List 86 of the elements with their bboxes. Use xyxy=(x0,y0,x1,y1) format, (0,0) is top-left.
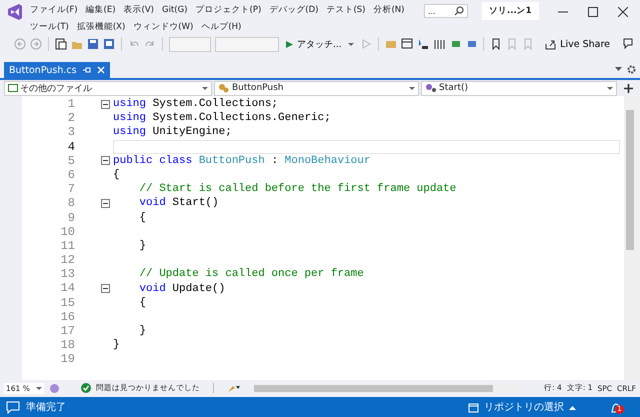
play-icon xyxy=(285,40,294,48)
menu-item[interactable]: デバッグ(D) xyxy=(265,2,322,18)
attach-button[interactable]: アタッチ... xyxy=(283,38,356,50)
line-number: 18 xyxy=(60,338,75,352)
line-number: 8 xyxy=(66,196,75,211)
horizontal-scrollbar[interactable] xyxy=(254,384,520,392)
project-icon xyxy=(8,84,18,92)
line-number: 7 xyxy=(66,182,75,196)
menu-item[interactable]: 拡張機能(X) xyxy=(72,19,130,35)
code-line: void Start() xyxy=(138,196,219,210)
line-number: 12 xyxy=(60,253,75,268)
maximize-icon[interactable] xyxy=(588,7,598,17)
live-share-button[interactable]: Live Share xyxy=(545,38,610,50)
member-dropdown[interactable]: Start() xyxy=(421,80,617,96)
save-all-icon[interactable] xyxy=(103,38,115,50)
line-number: 1 xyxy=(66,97,75,112)
menu-item[interactable]: ウィンドウ(W) xyxy=(129,19,198,35)
bookmark-icon[interactable] xyxy=(490,38,502,50)
menu-item[interactable]: プロジェクト(P) xyxy=(192,2,266,18)
repository-button[interactable]: リポジトリの選択 xyxy=(468,400,576,414)
feedback-icon[interactable] xyxy=(622,38,634,50)
line-number: 2 xyxy=(66,111,75,126)
code-line: public class ButtonPush : MonoBehaviour xyxy=(113,154,370,168)
menu-item[interactable]: 表示(V) xyxy=(120,2,158,18)
save-icon[interactable] xyxy=(87,38,99,50)
close-icon[interactable] xyxy=(618,7,628,17)
window-icon[interactable] xyxy=(400,38,413,50)
menu-item[interactable]: テスト(S) xyxy=(322,2,370,18)
line-number: 14 xyxy=(60,281,75,296)
collapse-icon[interactable] xyxy=(101,156,110,166)
share-icon xyxy=(545,38,556,50)
code-line: { xyxy=(138,210,146,225)
class-dropdown[interactable]: ButtonPush xyxy=(214,80,419,96)
logo-icon xyxy=(6,3,24,21)
pin-icon[interactable] xyxy=(82,66,91,74)
menu-item[interactable]: ツール(T) xyxy=(26,19,73,35)
line-number: 15 xyxy=(60,296,75,310)
line-number: 11 xyxy=(60,238,75,254)
line-number: 9 xyxy=(66,210,75,225)
check-circle-icon xyxy=(81,383,91,393)
menu-item[interactable]: Git(G) xyxy=(158,2,192,18)
code-line: } xyxy=(138,324,146,338)
line-number: 6 xyxy=(66,168,75,182)
code-line: } xyxy=(138,238,146,253)
method-icon xyxy=(425,83,437,93)
collapse-icon[interactable] xyxy=(101,198,110,208)
line-number: 5 xyxy=(66,154,75,168)
new-project-icon[interactable] xyxy=(55,38,67,50)
line-number: 13 xyxy=(60,267,75,282)
plus-icon[interactable] xyxy=(624,84,633,92)
menu-item[interactable]: 分析(N) xyxy=(369,2,408,18)
line-number: 16 xyxy=(60,310,75,324)
code-line: // Update is called once per frame xyxy=(138,267,364,282)
code-line: using System.Collections.Generic; xyxy=(113,111,331,126)
code-line: { xyxy=(138,296,146,310)
vertical-scrollbar[interactable] xyxy=(624,96,640,380)
search-icon[interactable] xyxy=(454,6,464,16)
line-number: 10 xyxy=(60,224,75,239)
search-field[interactable]: ... xyxy=(424,4,468,18)
menu-item[interactable]: ヘルプ(H) xyxy=(197,19,246,35)
message-icon xyxy=(6,400,20,414)
code-line: } xyxy=(113,338,120,352)
dropdown-icon[interactable] xyxy=(615,67,622,72)
repository-icon xyxy=(468,402,479,412)
code-line: void Update() xyxy=(138,282,226,296)
line-number: 3 xyxy=(66,125,75,140)
code-line: // Start is called before the first frame update xyxy=(138,182,456,196)
line-number: 17 xyxy=(60,324,75,338)
code-line: using UnityEngine; xyxy=(113,125,232,140)
brush-icon[interactable] xyxy=(227,383,241,393)
solution-name: ソリ...ン1 xyxy=(482,2,539,20)
file-tab[interactable]: ButtonPush.cs xyxy=(4,62,110,78)
line-number: 19 xyxy=(60,352,75,367)
menu-item[interactable]: 編集(E) xyxy=(82,2,120,18)
code-line: using System.Collections; xyxy=(113,97,278,112)
columns-icon[interactable] xyxy=(432,38,445,50)
status-text: 準備完了 xyxy=(26,400,66,414)
collapse-icon[interactable] xyxy=(101,100,110,109)
project-dropdown[interactable]: その他のファイル xyxy=(4,80,212,96)
class-icon xyxy=(218,83,230,93)
caret-icon xyxy=(569,404,576,410)
collapse-icon[interactable] xyxy=(101,284,110,294)
code-line: { xyxy=(113,168,120,182)
line-number: 4 xyxy=(66,140,75,154)
menu-item[interactable]: ファイル(F) xyxy=(26,2,82,18)
settings-icon[interactable] xyxy=(627,65,636,74)
